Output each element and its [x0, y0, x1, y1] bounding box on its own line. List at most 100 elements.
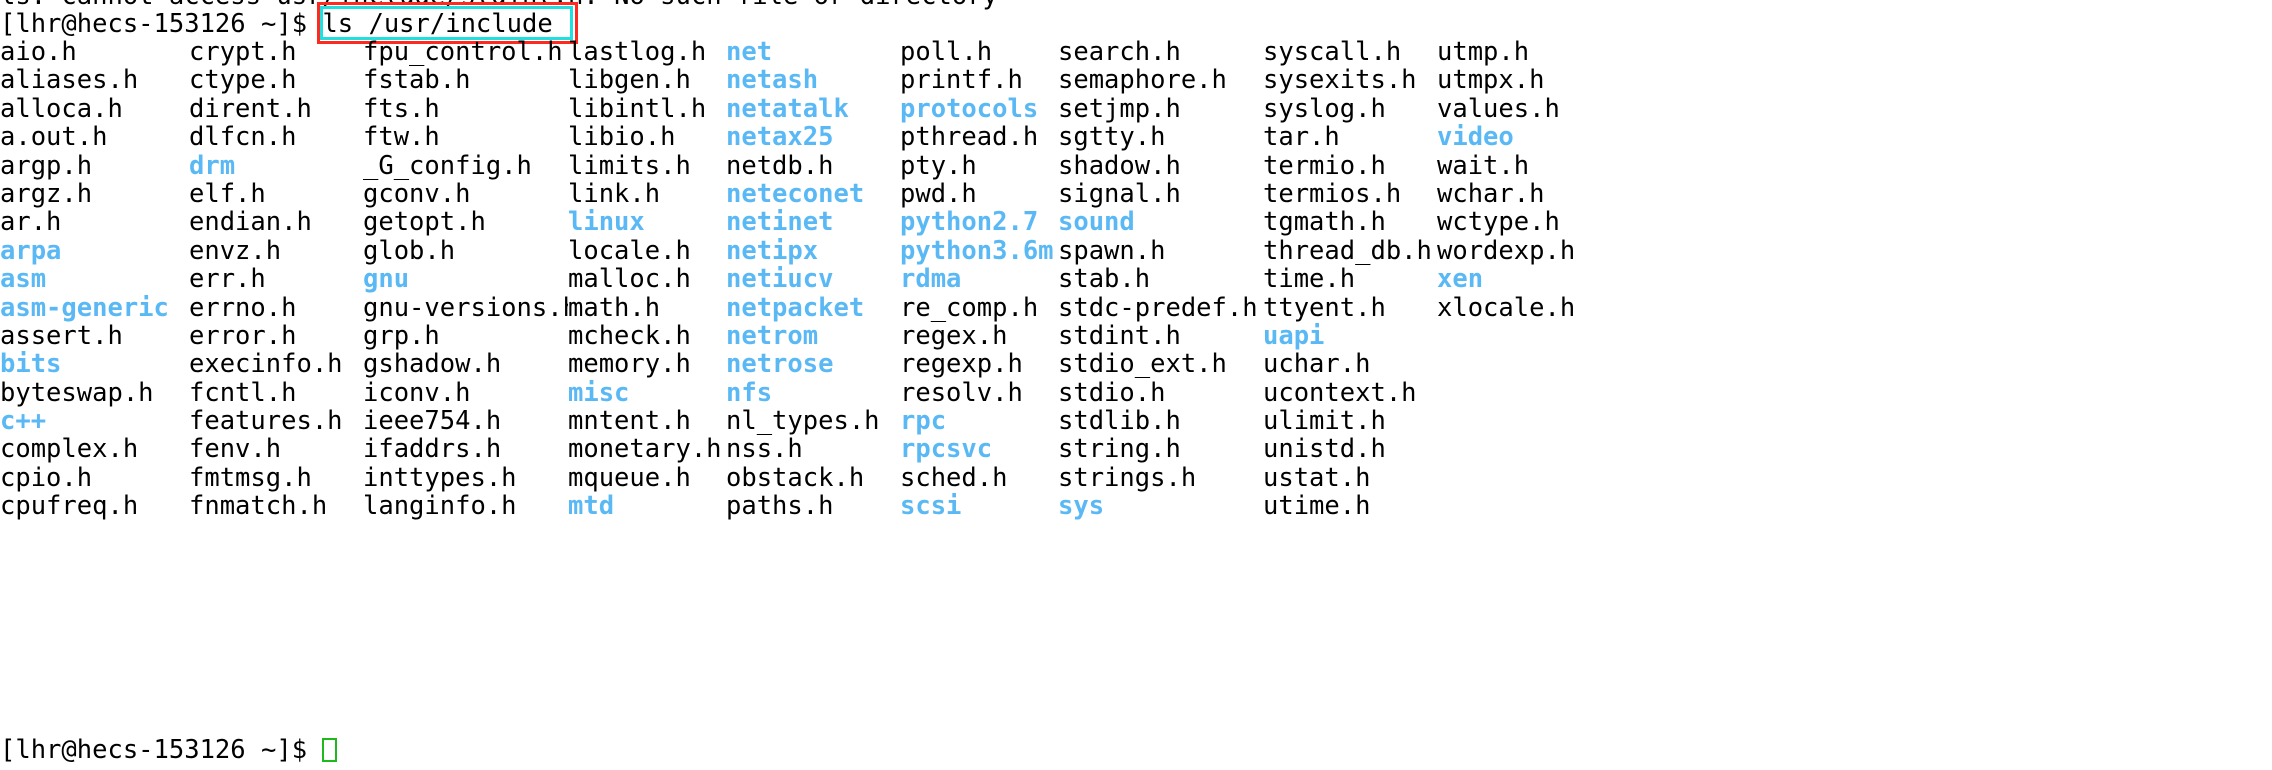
typed-command[interactable]: ls /usr/include [322, 10, 552, 39]
ls-entry-file: stdio.h [1058, 378, 1166, 408]
ls-entry-file: ar.h [0, 208, 62, 237]
ls-output-row: a.out.h dlfcn.h ftw.h libio.h netax25 pthread… [0, 123, 1611, 151]
ls-entry-directory: asm [0, 265, 47, 294]
ls-entry-directory: linux [568, 208, 645, 237]
ls-entry-file: aio.h [0, 38, 77, 67]
ls-entry-directory: net [726, 38, 773, 67]
ls-entry-file: uchar.h [1263, 350, 1371, 379]
ls-entry-file: thread_db.h [1263, 236, 1432, 266]
ls-entry-file: error.h [189, 321, 297, 351]
ls-entry-file: tgmath.h [1263, 208, 1386, 237]
ls-output-row: byteswap.h fcntl.h iconv.h misc nfs resolv.h s… [0, 379, 1611, 407]
ls-entry-file: fmtmsg.h [189, 463, 312, 493]
ls-entry-file: libio.h [568, 123, 676, 152]
ls-entry-directory: netatalk [726, 94, 849, 124]
ls-entry-file: elf.h [189, 179, 266, 209]
ls-entry-directory: netipx [726, 236, 819, 266]
ls-entry-file: ttyent.h [1263, 293, 1386, 322]
ls-entry-file: values.h [1437, 94, 1560, 124]
ls-entry-file: gshadow.h [363, 350, 502, 379]
ls-entry-file: pwd.h [900, 179, 977, 209]
ls-entry-file: grp.h [363, 321, 440, 351]
ls-entry-file: features.h [189, 407, 343, 436]
ls-entry-file: ctype.h [189, 66, 297, 95]
ls-entry-directory: drm [189, 151, 236, 180]
terminal-window[interactable]: ls: cannot access usr/include/stdint.h: … [0, 0, 2272, 770]
ls-entry-file: termio.h [1263, 151, 1386, 180]
ls-entry-file: netdb.h [726, 151, 834, 180]
ls-entry-file: argz.h [0, 179, 93, 209]
ls-entry-file: wait.h [1437, 151, 1530, 180]
ls-entry-file: syslog.h [1263, 94, 1386, 124]
ls-entry-file: xlocale.h [1437, 293, 1576, 322]
ls-entry-file: gnu-versions.h [363, 293, 568, 322]
ls-output-row: aio.h crypt.h fpu_control.h lastlog.h net pol… [0, 38, 1611, 66]
ls-entry-file: execinfo.h [189, 350, 343, 379]
text-cursor[interactable] [322, 738, 338, 762]
ls-entry-directory: video [1437, 123, 1514, 152]
ls-entry-file: pthread.h [900, 123, 1039, 152]
ls-output-row: argz.h elf.h gconv.h link.h neteconet pwd.h si… [0, 180, 1611, 208]
ls-entry-file: fpu_control.h [363, 38, 563, 67]
ls-output-row: ar.h endian.h getopt.h linux netinet python2.… [0, 208, 1611, 236]
ls-entry-directory: arpa [0, 236, 62, 266]
ls-entry-file: locale.h [568, 236, 691, 266]
ls-entry-file: syscall.h [1263, 38, 1402, 67]
ls-entry-file: assert.h [0, 321, 123, 351]
ls-entry-file: monetary.h [568, 435, 722, 464]
ls-entry-file: stdio_ext.h [1058, 350, 1227, 379]
ls-entry-file: gconv.h [363, 179, 471, 209]
ls-entry-directory: netrose [726, 350, 834, 379]
ls-entry-file: link.h [568, 179, 661, 209]
ls-entry-directory: neteconet [726, 179, 865, 209]
ls-entry-directory: sys [1058, 492, 1105, 521]
ls-entry-directory: xen [1437, 265, 1484, 294]
ls-entry-file: semaphore.h [1058, 66, 1227, 95]
ls-entry-file: ftw.h [363, 123, 440, 152]
ls-output-row: cpio.h fmtmsg.h inttypes.h mqueue.h obstack.… [0, 464, 1611, 492]
ls-entry-file: memory.h [568, 350, 691, 379]
ls-entry-file: regexp.h [900, 350, 1023, 379]
ls-entry-file: ustat.h [1263, 463, 1371, 493]
ls-entry-file: _G_config.h [363, 151, 532, 180]
ls-entry-file: printf.h [900, 66, 1023, 95]
ls-entry-file: resolv.h [900, 378, 1023, 408]
ls-entry-directory: netiucv [726, 265, 834, 294]
ls-entry-directory: misc [568, 378, 630, 408]
ls-output-row: asm-generic errno.h gnu-versions.hmath.h ne… [0, 294, 1611, 322]
ls-entry-file: a.out.h [0, 123, 108, 152]
ls-entry-directory: netrom [726, 321, 819, 351]
ls-entry-file: wctype.h [1437, 208, 1560, 237]
ls-entry-file: nss.h [726, 435, 803, 464]
ls-entry-file: alloca.h [0, 94, 123, 124]
ls-entry-file: setjmp.h [1058, 94, 1181, 124]
ls-entry-file: fenv.h [189, 435, 282, 464]
ls-output-row: argp.h drm _G_config.h limits.h netdb.h pty.h… [0, 152, 1611, 180]
ls-entry-file: lastlog.h [568, 38, 707, 67]
ls-entry-file: stdc-predef.h [1058, 293, 1258, 322]
ls-entry-file: paths.h [726, 492, 834, 521]
ls-output-grid: aio.h crypt.h fpu_control.h lastlog.h net pol… [0, 38, 1611, 521]
ls-entry-file: fnmatch.h [189, 492, 328, 521]
ls-entry-file: stdint.h [1058, 321, 1181, 351]
ls-entry-file: envz.h [189, 236, 282, 266]
ls-output-row: arpa envz.h glob.h locale.h netipx python3.6m… [0, 237, 1611, 265]
ls-entry-directory: scsi [900, 492, 962, 521]
ls-entry-directory: protocols [900, 94, 1039, 124]
ls-output-row: aliases.h ctype.h fstab.h libgen.h netash pri… [0, 66, 1611, 94]
ls-output-row: assert.h error.h grp.h mcheck.h netrom regex.… [0, 322, 1611, 350]
ls-entry-directory: gnu [363, 265, 410, 294]
ls-entry-file: ifaddrs.h [363, 435, 502, 464]
ls-entry-file: aliases.h [0, 66, 139, 95]
ls-entry-file: fstab.h [363, 66, 471, 95]
final-prompt-line: [lhr@hecs-153126 ~]$ [0, 736, 338, 764]
ls-entry-directory: netash [726, 66, 819, 95]
ls-entry-file: dirent.h [189, 94, 312, 124]
ls-entry-file: termios.h [1263, 179, 1402, 209]
ls-entry-file: mntent.h [568, 407, 691, 436]
ls-entry-directory: rpcsvc [900, 435, 993, 464]
ls-entry-directory: python3.6m [900, 236, 1054, 266]
ls-entry-file: tar.h [1263, 123, 1340, 152]
ls-entry-file: shadow.h [1058, 151, 1181, 180]
ls-entry-file: obstack.h [726, 463, 865, 493]
